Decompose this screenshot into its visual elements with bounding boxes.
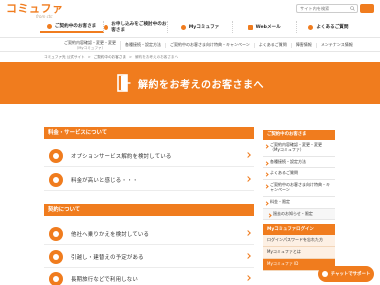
subnav-contract-info[interactable]: ご契約内容確認・変更・変更 （Myコミュファ） [60,39,121,51]
page-hero: 解約をお考えのお客さまへ [0,62,380,104]
sidebar-item-past-notices[interactable]: 過去のお知らせ・限定 [263,208,335,221]
nav-webmail[interactable]: Webメール [233,21,297,33]
search-input[interactable] [297,5,349,12]
subnav-label: 障害情報 [295,42,312,48]
option-service-icon [49,148,63,163]
sub-nav: ご契約内容確認・変更・変更 （Myコミュファ） 各種接続・設定方法 ご契約中のお… [0,37,380,52]
person-icon [46,23,52,29]
breadcrumb-home[interactable]: コミュファ光 公式サイト [44,55,85,60]
sidebar-heading: ご契約中のお客さま [263,130,335,140]
global-nav: ご契約中のお客さま お申し込みをご検討中のお客さま Myコミュファ Webメール… [40,21,360,33]
nav-my-comufa[interactable]: Myコミュファ [168,21,233,33]
list-item-label: 料金が高いと感じる・・・ [71,177,139,184]
subnav-label: ご契約中のお客さま向け特典・キャンペーン [170,42,250,48]
sidebar-item-about-my-comufa[interactable]: Myコミュファとは [263,247,335,259]
logo-wordmark: コミュファ [6,2,64,15]
sidebar-item-faq[interactable]: よくあるご質問 [263,168,335,181]
my-comufa-login-heading[interactable]: Myコミュファログイン [263,224,335,236]
question-icon [308,24,314,30]
list-item[interactable]: 他社へ乗りかえを検討している [44,223,254,245]
subnav-maintenance[interactable]: メンテナンス情報 [317,42,357,48]
list-item[interactable]: 長期旅行などで利用しない [44,268,254,285]
search-icon [350,6,355,11]
subnav-outage[interactable]: 障害情報 [292,42,317,48]
breadcrumb-current: 解約をお考えのお客さまへ [135,55,179,59]
list-item-label: オプションサービス解約を検討している [71,153,172,160]
list-item[interactable]: 料金が高いと感じる・・・ [44,169,254,191]
breadcrumb-sep: > [129,55,133,59]
subnav-label: ご契約内容確認・変更・変更 [64,39,116,45]
sidebar-item-connection[interactable]: 各種接続・設定方法 [263,156,335,169]
subnav-campaign[interactable]: ご契約中のお客さま向け特典・キャンペーン [166,42,255,48]
breadcrumb-current-customers[interactable]: ご契約中のお客さま [94,55,126,60]
page-title: 解約をお考えのお客さまへ [138,79,264,91]
list-item[interactable]: オプションサービス解約を検討している [44,145,254,167]
subnav-label: よくあるご質問 [258,42,287,48]
section-heading-fees: 料金・サービスについて [44,127,254,139]
nav-faq[interactable]: よくあるご質問 [297,21,360,33]
subnav-label: メンテナンス情報 [320,42,353,48]
chevron-right-icon [245,152,251,158]
nav-label: ご契約中のお客さま [54,24,97,29]
chevron-right-icon [245,230,251,236]
person-plus-icon [104,24,109,30]
chevron-right-icon [245,176,251,182]
chevron-right-icon [245,253,251,259]
list-item-label: 長期旅行などで利用しない [71,276,138,283]
gear-icon [180,24,186,30]
section-heading-contract: 契約について [44,204,254,216]
comufa-logo[interactable]: コミュファ from ctc [6,3,76,19]
chat-label: チャットでサポート [330,272,371,277]
nav-label: お申し込みをご検討中のお客さま [111,22,167,33]
subnav-label: 各種接続・設定方法 [125,42,161,48]
sidebar-item-campaign[interactable]: ご契約中のお客さま向け特典・キャンペーン [263,180,335,197]
breadcrumb-sep: > [87,55,91,59]
switch-arrows-icon [49,226,63,241]
chat-support-button[interactable]: チャットでサポート [318,266,374,282]
search-button[interactable] [360,4,374,13]
sidebar-item-forgot-password[interactable]: ログインパスワードを忘れた方 [263,235,335,248]
subnav-sublabel: （Myコミュファ） [74,45,106,50]
breadcrumb: コミュファ光 公式サイト > ご契約中のお客さま > 解約をお考えのお客さまへ [44,55,178,60]
door-exit-icon [117,74,131,92]
sidebar-item-contract-info[interactable]: ご契約内容確認・変更・変更（Myコミュファ） [263,140,335,157]
subnav-connection-setup[interactable]: 各種接続・設定方法 [121,42,166,48]
nav-label: Myコミュファ [188,25,220,30]
subnav-faq[interactable]: よくあるご質問 [255,42,292,48]
chat-bubble-icon [321,271,328,277]
list-item-label: 引越し・建替えの予定がある [71,254,144,261]
sidebar-item-fees[interactable]: 料金・限定 [263,196,335,209]
list-item[interactable]: 引越し・建替えの予定がある [44,246,254,268]
yen-icon [49,172,63,187]
nav-new-customers[interactable]: お申し込みをご検討中のお客さま [104,21,169,33]
sidebar: ご契約中のお客さま ご契約内容確認・変更・変更（Myコミュファ） 各種接続・設定… [263,130,335,271]
nav-current-customers[interactable]: ご契約中のお客さま [40,21,105,33]
nav-label: よくあるご質問 [316,25,349,30]
site-search-box[interactable] [296,4,358,13]
chevron-right-icon [245,275,251,281]
mail-icon [247,24,253,30]
suitcase-icon [49,271,63,285]
moving-truck-icon [49,249,63,264]
list-item-label: 他社へ乗りかえを検討している [71,231,150,238]
nav-label: Webメール [255,25,281,30]
